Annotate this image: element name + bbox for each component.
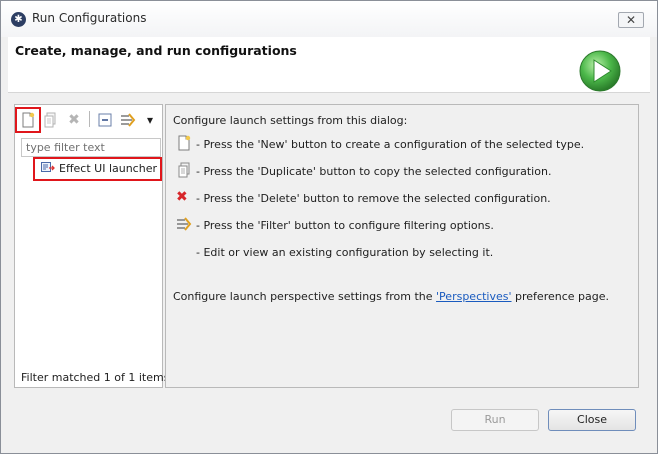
- info-pane: Configure launch settings from this dial…: [165, 104, 639, 388]
- duplicate-icon: [44, 112, 56, 128]
- info-delete: - Press the 'Delete' button to remove th…: [196, 192, 551, 205]
- delete-icon: ✖: [68, 112, 80, 128]
- intro-text: Configure launch settings from this dial…: [173, 114, 408, 127]
- perspective-suffix: preference page.: [511, 290, 610, 303]
- run-icon: [579, 50, 621, 92]
- config-toolbar: ✖ ▾: [15, 105, 162, 133]
- tree-item-effect-ui-launcher[interactable]: Effect UI launcher: [33, 157, 162, 181]
- view-menu-button[interactable]: ▾: [139, 109, 161, 131]
- toolbar-separator: [89, 111, 90, 127]
- delete-config-button[interactable]: ✖: [63, 109, 85, 131]
- new-config-icon: [22, 112, 35, 128]
- app-icon: ✱: [11, 12, 26, 27]
- configuration-tree-pane: ✖ ▾ Filter matched 1 of 1 items: [14, 104, 169, 388]
- info-filter: - Press the 'Filter' button to configure…: [196, 219, 494, 232]
- run-button[interactable]: Run: [451, 409, 539, 431]
- info-new: - Press the 'New' button to create a con…: [196, 138, 585, 151]
- filter-button[interactable]: [117, 109, 139, 131]
- perspective-prefix: Configure launch perspective settings fr…: [173, 290, 437, 303]
- filter-status: Filter matched 1 of 1 items: [21, 371, 170, 384]
- dialog-header: Create, manage, and run configurations: [8, 37, 650, 93]
- title-bar: ✱ Run Configurations ✕: [1, 1, 657, 37]
- tree-item-label: Effect UI launcher: [59, 162, 157, 175]
- info-duplicate: - Press the 'Duplicate' button to copy t…: [196, 165, 552, 178]
- header-title: Create, manage, and run configurations: [15, 43, 297, 58]
- delete-icon: ✖: [176, 189, 188, 205]
- filter-icon: [121, 113, 136, 127]
- new-config-icon: [178, 135, 191, 151]
- collapse-all-icon: [98, 113, 112, 127]
- collapse-all-button[interactable]: [94, 109, 116, 131]
- duplicate-icon: [178, 162, 190, 178]
- filter-input[interactable]: [21, 138, 161, 157]
- perspectives-link[interactable]: 'Perspectives': [436, 290, 512, 303]
- run-configurations-dialog: ✱ Run Configurations ✕ Create, manage, a…: [0, 0, 658, 454]
- close-window-button[interactable]: ✕: [618, 12, 644, 28]
- window-title: Run Configurations: [32, 11, 147, 25]
- duplicate-config-button[interactable]: [39, 109, 61, 131]
- close-button[interactable]: Close: [548, 409, 636, 431]
- launcher-icon: [41, 162, 55, 172]
- new-config-button[interactable]: [15, 107, 41, 133]
- info-edit: - Edit or view an existing configuration…: [196, 246, 494, 259]
- perspective-text: Configure launch perspective settings fr…: [173, 290, 609, 303]
- filter-icon: [177, 217, 192, 231]
